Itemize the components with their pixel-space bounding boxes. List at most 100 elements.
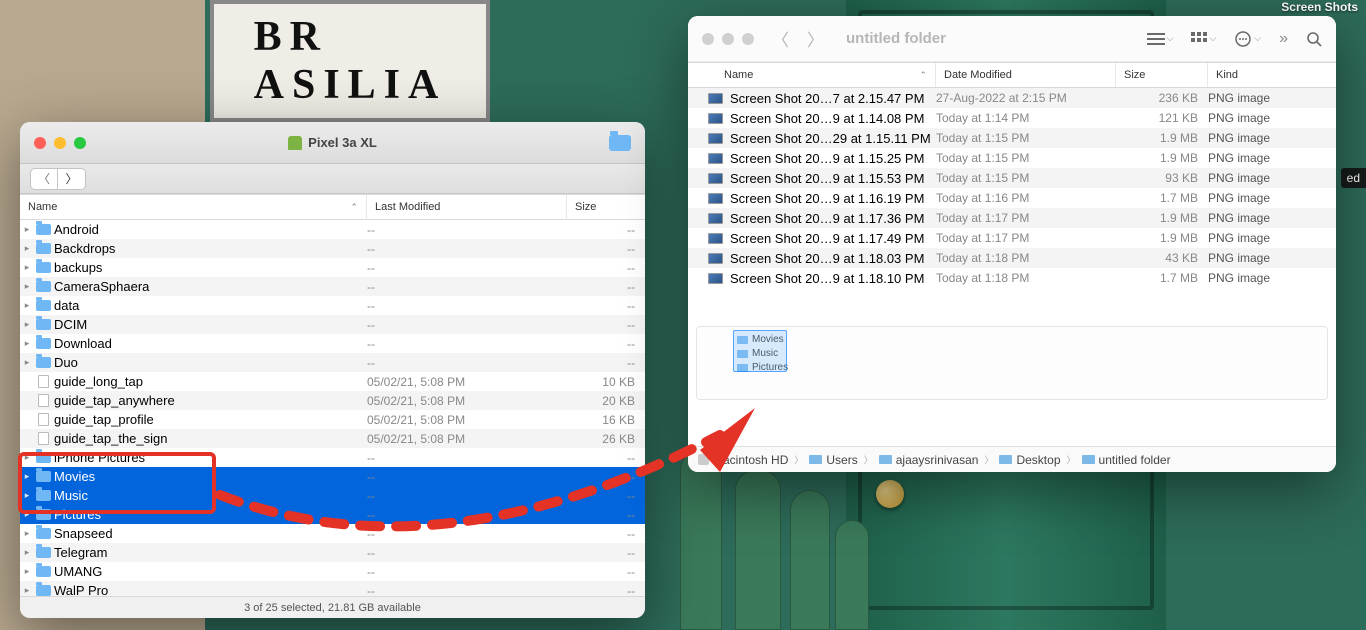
disclosure-triangle[interactable]: ▸ <box>20 224 34 235</box>
file-row[interactable]: guide_long_tap05/02/21, 5:08 PM10 KB <box>20 372 645 391</box>
back-button[interactable]: 〈 <box>30 168 58 190</box>
file-row[interactable]: Screen Shot 20…7 at 2.15.47 PM27-Aug-202… <box>688 88 1336 108</box>
folder-icon <box>34 584 52 597</box>
disclosure-triangle[interactable]: ▸ <box>20 509 34 520</box>
folder-row[interactable]: ▸Download---- <box>20 334 645 353</box>
disclosure-triangle[interactable]: ▸ <box>20 357 34 368</box>
android-file-transfer-window[interactable]: Pixel 3a XL 〈 〉 Name⌃ Last Modified Size… <box>20 122 645 618</box>
breadcrumb-item[interactable]: Macintosh HD <box>698 453 788 467</box>
folder-row[interactable]: ▸Android---- <box>20 220 645 239</box>
folder-row[interactable]: ▸Backdrops---- <box>20 239 645 258</box>
disclosure-triangle[interactable]: ▸ <box>20 547 34 558</box>
item-size: 1.9 MB <box>1116 131 1208 145</box>
disclosure-triangle[interactable]: ▸ <box>20 585 34 596</box>
breadcrumb-item[interactable]: ajaaysrinivasan <box>879 453 979 467</box>
close-button[interactable] <box>702 33 714 45</box>
minimize-button[interactable] <box>722 33 734 45</box>
zoom-button[interactable] <box>74 137 86 149</box>
folder-icon <box>34 489 52 503</box>
disclosure-triangle[interactable]: ▸ <box>20 471 34 482</box>
file-row[interactable]: guide_tap_anywhere05/02/21, 5:08 PM20 KB <box>20 391 645 410</box>
folder-row[interactable]: ▸Pictures---- <box>20 505 645 524</box>
folder-row[interactable]: ▸Duo---- <box>20 353 645 372</box>
disclosure-triangle[interactable]: ▸ <box>20 528 34 539</box>
item-name: Screen Shot 20…9 at 1.17.49 PM <box>724 231 936 246</box>
breadcrumb-separator: 〉 <box>984 453 993 466</box>
dragged-folder-ghost: Music <box>737 347 1287 361</box>
file-row[interactable]: Screen Shot 20…9 at 1.15.53 PMToday at 1… <box>688 168 1336 188</box>
close-button[interactable] <box>34 137 46 149</box>
disclosure-triangle[interactable]: ▸ <box>20 262 34 273</box>
disclosure-triangle[interactable]: ▸ <box>20 319 34 330</box>
folder-row[interactable]: ▸UMANG---- <box>20 562 645 581</box>
file-list[interactable]: Screen Shot 20…7 at 2.15.47 PM27-Aug-202… <box>688 88 1336 290</box>
window-controls[interactable] <box>688 33 754 45</box>
column-header-modified[interactable]: Date Modified <box>936 63 1116 87</box>
column-header-kind[interactable]: Kind <box>1208 63 1336 87</box>
file-row[interactable]: Screen Shot 20…9 at 1.16.19 PMToday at 1… <box>688 188 1336 208</box>
file-row[interactable]: Screen Shot 20…9 at 1.17.36 PMToday at 1… <box>688 208 1336 228</box>
item-size: -- <box>567 508 645 522</box>
minimize-button[interactable] <box>54 137 66 149</box>
folder-row[interactable]: ▸Movies---- <box>20 467 645 486</box>
disclosure-triangle[interactable]: ▸ <box>20 338 34 349</box>
item-name: UMANG <box>52 564 367 579</box>
window-controls[interactable] <box>20 137 86 149</box>
breadcrumb-item[interactable]: Desktop <box>999 453 1060 467</box>
view-list-icon[interactable]: ⌵ <box>1147 32 1174 46</box>
file-row[interactable]: Screen Shot 20…9 at 1.18.10 PMToday at 1… <box>688 268 1336 288</box>
folder-row[interactable]: ▸WalP Pro---- <box>20 581 645 596</box>
item-modified: 05/02/21, 5:08 PM <box>367 375 567 389</box>
path-bar[interactable]: Macintosh HD〉Users〉ajaaysrinivasan〉Deskt… <box>688 446 1336 472</box>
item-modified: -- <box>367 470 567 484</box>
forward-button[interactable]: 〉 <box>807 26 824 51</box>
disclosure-triangle[interactable]: ▸ <box>20 243 34 254</box>
folder-row[interactable]: ▸DCIM---- <box>20 315 645 334</box>
desktop-item-label[interactable]: Screen Shots <box>1281 0 1358 14</box>
file-row[interactable]: Screen Shot 20…9 at 1.15.25 PMToday at 1… <box>688 148 1336 168</box>
finder-window[interactable]: 〈 〉 untitled folder ⌵ ⌵ ⌵ » Name⌃ Date M… <box>688 16 1336 472</box>
overflow-icon[interactable]: » <box>1279 30 1288 48</box>
column-header-name[interactable]: Name⌃ <box>20 195 367 219</box>
file-list[interactable]: ▸Android----▸Backdrops----▸backups----▸C… <box>20 220 645 596</box>
item-size: 1.9 MB <box>1116 151 1208 165</box>
column-header-row[interactable]: Name⌃ Last Modified Size <box>20 194 645 220</box>
action-menu-icon[interactable]: ⌵ <box>1234 30 1261 48</box>
cactus-graphic <box>650 450 900 630</box>
file-row[interactable]: Screen Shot 20…9 at 1.14.08 PMToday at 1… <box>688 108 1336 128</box>
file-row[interactable]: Screen Shot 20…29 at 1.15.11 PMToday at … <box>688 128 1336 148</box>
folder-row[interactable]: ▸Music---- <box>20 486 645 505</box>
zoom-button[interactable] <box>742 33 754 45</box>
file-row[interactable]: Screen Shot 20…9 at 1.18.03 PMToday at 1… <box>688 248 1336 268</box>
folder-row[interactable]: ▸data---- <box>20 296 645 315</box>
disclosure-triangle[interactable]: ▸ <box>20 452 34 463</box>
search-icon[interactable] <box>1306 31 1322 47</box>
disclosure-triangle[interactable]: ▸ <box>20 490 34 501</box>
breadcrumb-item[interactable]: Users <box>809 453 857 467</box>
folder-row[interactable]: ▸iPhone Pictures---- <box>20 448 645 467</box>
drop-target-area[interactable]: MoviesMusicPictures <box>696 326 1328 400</box>
folder-row[interactable]: ▸CameraSphaera---- <box>20 277 645 296</box>
file-row[interactable]: guide_tap_the_sign05/02/21, 5:08 PM26 KB <box>20 429 645 448</box>
column-header-modified[interactable]: Last Modified <box>367 195 567 219</box>
column-header-size[interactable]: Size <box>1116 63 1208 87</box>
disclosure-triangle[interactable]: ▸ <box>20 281 34 292</box>
new-folder-button[interactable] <box>609 135 631 151</box>
forward-button[interactable]: 〉 <box>58 168 86 190</box>
item-size: 1.9 MB <box>1116 231 1208 245</box>
view-grid-icon[interactable]: ⌵ <box>1191 32 1216 46</box>
file-row[interactable]: Screen Shot 20…9 at 1.17.49 PMToday at 1… <box>688 228 1336 248</box>
column-header-row[interactable]: Name⌃ Date Modified Size Kind <box>688 62 1336 88</box>
folder-row[interactable]: ▸Snapseed---- <box>20 524 645 543</box>
item-modified: -- <box>367 356 567 370</box>
disclosure-triangle[interactable]: ▸ <box>20 300 34 311</box>
column-header-name[interactable]: Name⌃ <box>688 63 936 87</box>
folder-icon <box>34 280 52 294</box>
file-row[interactable]: guide_tap_profile05/02/21, 5:08 PM16 KB <box>20 410 645 429</box>
column-header-size[interactable]: Size <box>567 195 645 219</box>
folder-row[interactable]: ▸Telegram---- <box>20 543 645 562</box>
breadcrumb-item[interactable]: untitled folder <box>1082 453 1171 467</box>
back-button[interactable]: 〈 <box>772 26 789 51</box>
disclosure-triangle[interactable]: ▸ <box>20 566 34 577</box>
folder-row[interactable]: ▸backups---- <box>20 258 645 277</box>
